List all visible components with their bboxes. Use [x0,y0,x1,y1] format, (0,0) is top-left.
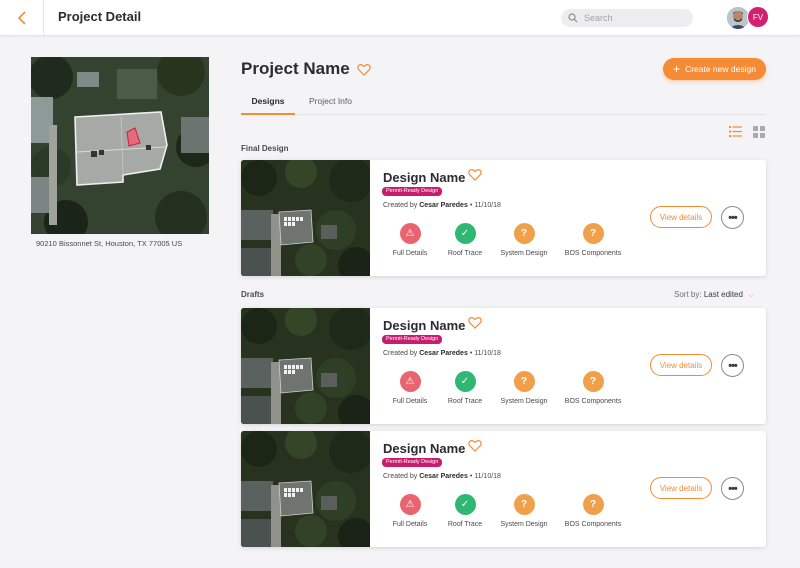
sort-value: Last edited [703,290,743,299]
created-by-text: Created by Cesar Paredes • 11/10/18 [383,473,501,480]
more-options-button[interactable]: ••• [721,206,744,229]
view-details-button[interactable]: View details [650,477,712,499]
project-address: 90210 Bissonnet St, Houston, TX 77005 US [36,239,183,248]
status-badge: Permit-Ready Design [382,458,443,467]
search-icon [568,13,578,23]
warning-icon: ⚠ [399,494,421,515]
question-icon: ? [513,223,535,244]
design-thumbnail [241,431,370,547]
question-icon: ? [513,494,535,515]
status-bos-components[interactable]: ? BOS Components [558,223,628,257]
favorite-heart-icon[interactable] [468,316,482,329]
favorite-heart-icon[interactable] [468,439,482,452]
sort-dropdown[interactable]: Sort by: Last edited ⌵ [674,290,754,300]
status-system-design[interactable]: ? System Design [489,223,559,257]
created-by-text: Created by Cesar Paredes • 11/10/18 [383,202,501,209]
favorite-heart-icon[interactable] [357,63,371,76]
check-icon: ✓ [454,223,476,244]
design-thumbnail [241,308,370,424]
tab-bar: Designs Project Info [241,96,766,115]
ellipsis-icon: ••• [728,211,738,224]
view-details-button[interactable]: View details [650,354,712,376]
question-icon: ? [582,494,604,515]
view-details-button[interactable]: View details [650,206,712,228]
status-bos-components[interactable]: ? BOS Components [558,371,628,405]
list-view-icon[interactable] [729,126,742,137]
page-title: Project Detail [58,9,142,24]
check-icon: ✓ [454,371,476,392]
chevron-left-icon [17,11,26,25]
design-name: Design Name [383,441,466,456]
status-bos-components[interactable]: ? BOS Components [558,494,628,528]
favorite-heart-icon[interactable] [468,168,482,181]
app-header: Project Detail FV [0,0,800,36]
design-thumbnail [241,160,370,276]
create-new-design-button[interactable]: + Create new design [663,58,766,80]
author-name: Cesar Paredes [419,350,468,357]
ellipsis-icon: ••• [728,359,738,372]
design-name: Design Name [383,170,466,185]
project-name: Project Name [241,59,350,78]
ellipsis-icon: ••• [728,482,738,495]
user-avatar-photo[interactable] [727,7,749,29]
check-icon: ✓ [454,494,476,515]
status-system-design[interactable]: ? System Design [489,371,559,405]
question-icon: ? [582,371,604,392]
author-name: Cesar Paredes [419,202,468,209]
drafts-heading: Drafts [241,290,265,299]
design-card[interactable]: Design Name Permit-Ready Design Created … [241,308,766,424]
back-button[interactable] [0,0,44,36]
more-options-button[interactable]: ••• [721,354,744,377]
question-icon: ? [582,223,604,244]
question-icon: ? [513,371,535,392]
sort-label: Sort by: [674,290,702,299]
user-avatar-initials[interactable]: FV [747,6,769,28]
author-name: Cesar Paredes [419,473,468,480]
search-input[interactable] [584,13,684,23]
tab-project-info[interactable]: Project Info [309,96,352,115]
chevron-down-icon: ⌵ [748,292,754,299]
created-by-text: Created by Cesar Paredes • 11/10/18 [383,350,501,357]
search-box[interactable] [561,9,693,27]
plus-icon: + [673,62,681,76]
warning-icon: ⚠ [399,371,421,392]
status-badge: Permit-Ready Design [382,187,443,196]
status-badge: Permit-Ready Design [382,335,443,344]
create-new-design-label: Create new design [685,64,756,74]
design-name: Design Name [383,318,466,333]
grid-view-icon[interactable] [753,126,765,138]
design-card[interactable]: Design Name Permit-Ready Design Created … [241,431,766,547]
design-card[interactable]: Design Name Permit-Ready Design Created … [241,160,766,276]
more-options-button[interactable]: ••• [721,477,744,500]
tab-designs[interactable]: Designs [241,96,295,115]
warning-icon: ⚠ [399,223,421,244]
status-system-design[interactable]: ? System Design [489,494,559,528]
project-aerial-image [31,57,209,234]
final-design-heading: Final Design [241,144,289,153]
